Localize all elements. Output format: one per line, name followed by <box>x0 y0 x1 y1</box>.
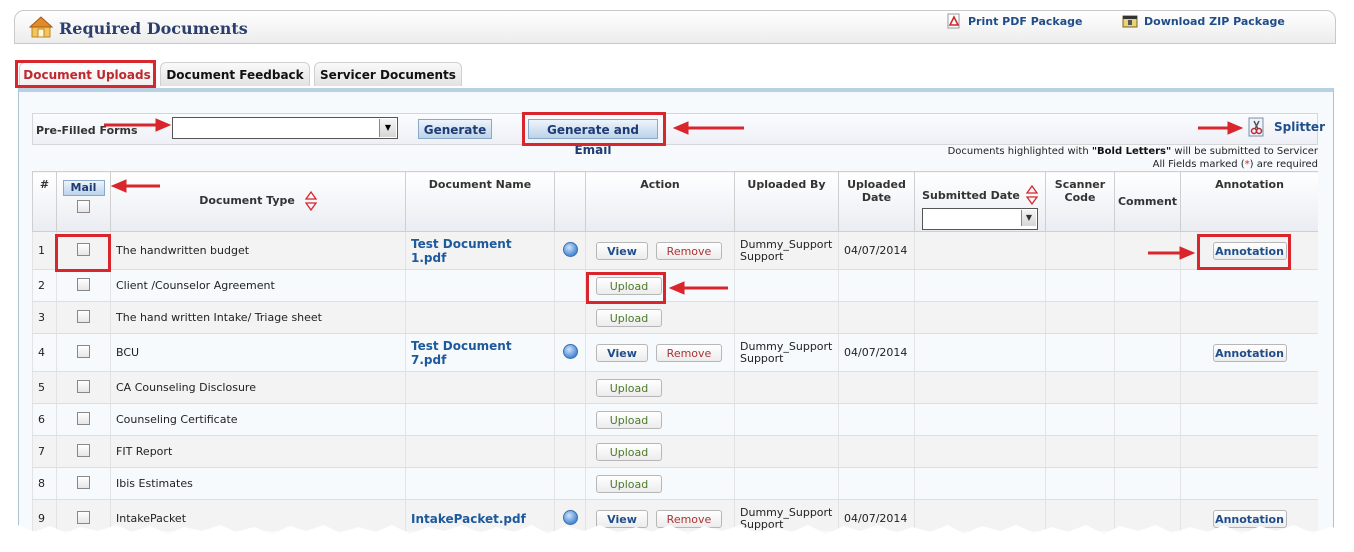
torn-edge <box>0 525 1354 552</box>
annotation-arrows <box>104 118 1244 295</box>
